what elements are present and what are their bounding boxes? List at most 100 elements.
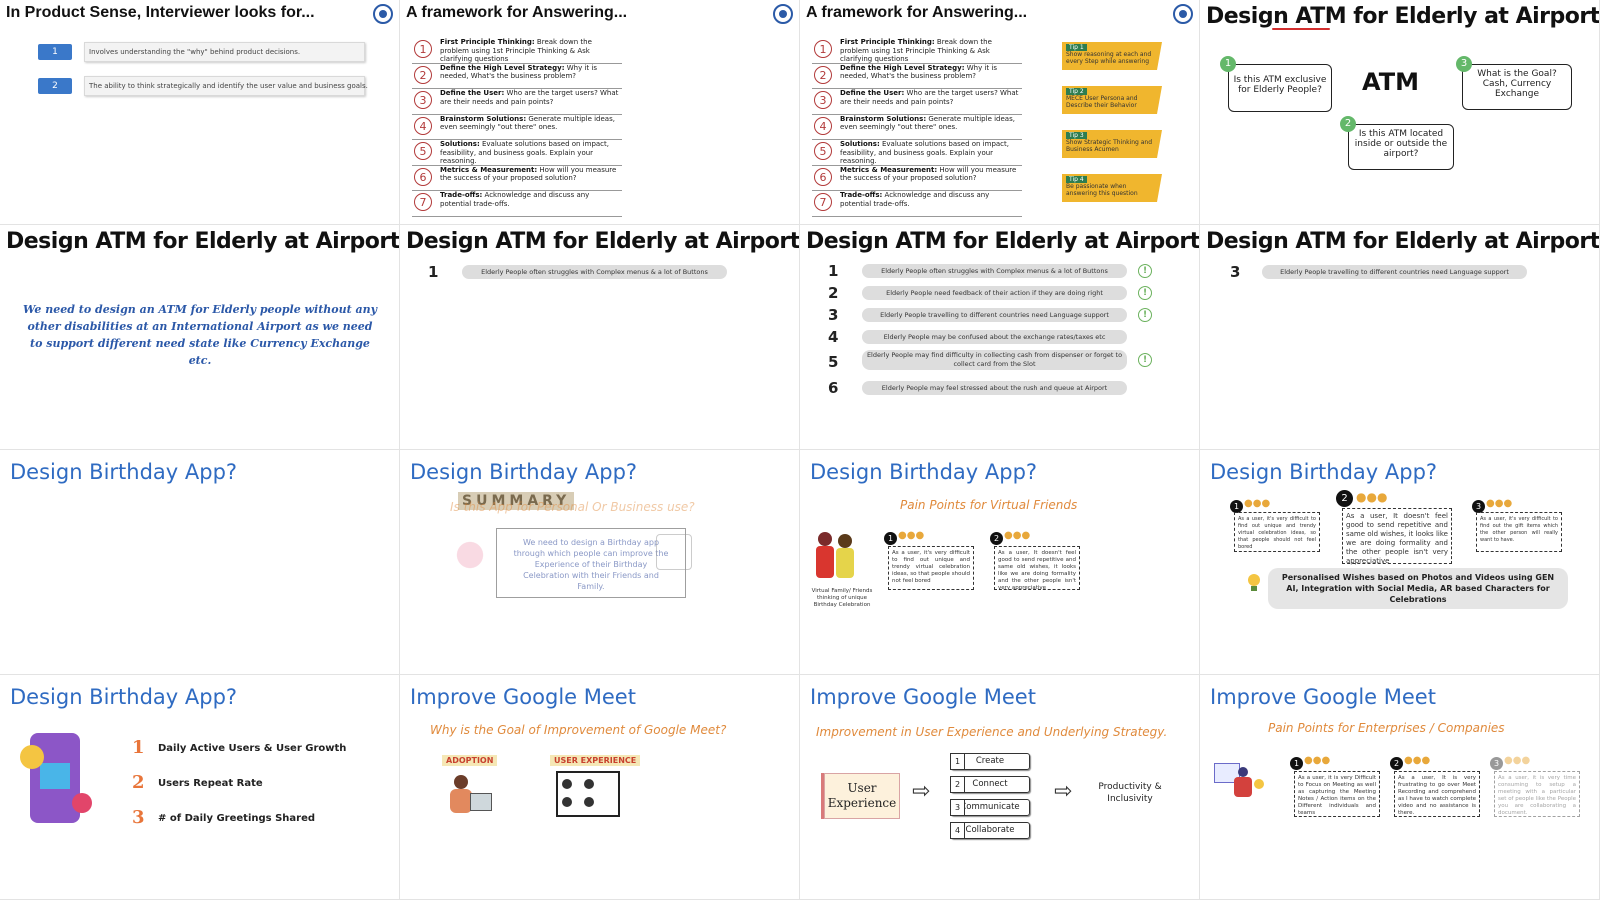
team-meeting-icon	[1208, 753, 1270, 807]
slide-subtitle: Improvement in User Experience and Under…	[816, 725, 1168, 739]
metric-number: 1	[132, 737, 145, 758]
framework-item: 1 First Principle Thinking: Break down th…	[812, 38, 1022, 64]
slide-product-sense[interactable]: In Product Sense, Interviewer looks for.…	[0, 0, 400, 225]
framework-item: 4 Brainstorm Solutions: Generate multiple…	[812, 115, 1022, 140]
pain-number: 2	[828, 284, 839, 302]
slide-title: Design Birthday App?	[10, 460, 238, 484]
balloon-icon	[450, 530, 490, 580]
slide-subtitle: Why is the Goal of Improvement of Google…	[430, 723, 727, 737]
metric-text: Daily Active Users & User Growth	[158, 743, 347, 754]
pain-card: As a user, it's very difficult to find o…	[888, 546, 974, 590]
question-number: 3	[1456, 56, 1472, 72]
question-card: Is this ATM located inside or outside th…	[1348, 124, 1454, 170]
slide-birthday-pain[interactable]: Design Birthday App? Pain Points for Vir…	[800, 450, 1200, 675]
video-grid-icon	[556, 771, 620, 817]
alert-icon: !	[1138, 353, 1152, 367]
slide-birthday-intro[interactable]: Design Birthday App?	[0, 450, 400, 675]
slide-meet-strategy[interactable]: Improve Google Meet Improvement in User …	[800, 675, 1200, 900]
problem-statement: We need to design an ATM for Elderly peo…	[22, 303, 378, 367]
slide-grid: In Product Sense, Interviewer looks for.…	[0, 0, 1600, 900]
dots-icon: ●●●	[1404, 755, 1431, 766]
step-number: 3	[814, 91, 832, 109]
metric-number: 2	[132, 772, 145, 793]
dots-icon: ●●●	[1486, 498, 1513, 509]
framework-item: 1 First Principle Thinking: Break down th…	[412, 38, 622, 64]
row-number: 2	[38, 78, 72, 94]
dots-icon: ●●●	[898, 530, 925, 541]
pain-card: As a user, it is very Difficult to Focus…	[1294, 771, 1380, 817]
slide-birthday-solution[interactable]: Design Birthday App? 1 ●●● As a user, it…	[1200, 450, 1600, 675]
slide-atm-questions[interactable]: Design ATM for Elderly at Airport? ATM I…	[1200, 0, 1600, 225]
logo-icon	[1173, 4, 1193, 24]
phone-gift-icon	[20, 733, 92, 823]
slide-title: Design ATM for Elderly at Airport?	[406, 229, 800, 254]
slide-birthday-summary[interactable]: Design Birthday App? SUMMARY Is this App…	[400, 450, 800, 675]
pain-card: As a user, It doesn't feel good to send …	[994, 546, 1080, 591]
framework-list: 1 First Principle Thinking: Break down th…	[812, 38, 1022, 217]
goal-label: ADOPTION	[442, 755, 498, 766]
slide-title: A framework for Answering...	[806, 4, 1028, 21]
alert-icon: !	[1138, 286, 1152, 300]
row-text: Involves understanding the "why" behind …	[84, 42, 365, 62]
card-number: 1	[1290, 757, 1303, 770]
pain-pill: Elderly People may find difficulty in co…	[862, 350, 1127, 370]
metric-number: 3	[132, 807, 145, 828]
tip-card: Tip 4 Be passionate when answering this q…	[1062, 174, 1162, 202]
logo-icon	[773, 4, 793, 24]
dots-icon: ●●●	[1004, 530, 1031, 541]
slide-meet-goal[interactable]: Improve Google Meet Why is the Goal of I…	[400, 675, 800, 900]
slide-birthday-metrics[interactable]: Design Birthday App? 1 Daily Active User…	[0, 675, 400, 900]
friends-illustration-icon	[814, 528, 858, 582]
pain-pill: Elderly People often struggles with Comp…	[462, 265, 727, 279]
step-number: 5	[814, 142, 832, 160]
slide-title: Design Birthday App?	[810, 460, 1038, 484]
question-number: 2	[1340, 116, 1356, 132]
slide-atm-pain-1[interactable]: Design ATM for Elderly at Airport? 1 Eld…	[400, 225, 800, 450]
framework-item: 2 Define the High Level Strategy: Why it …	[812, 64, 1022, 89]
slide-title: Improve Google Meet	[810, 685, 1036, 709]
dots-icon: ●●●	[1244, 498, 1271, 509]
tip-card: Tip 3 Show Strategic Thinking and Busines…	[1062, 130, 1162, 158]
dots-icon: ●●●	[1356, 490, 1388, 504]
framework-item: 5 Solutions: Evaluate solutions based on …	[412, 140, 622, 166]
pain-number: 4	[828, 328, 839, 346]
title-underline	[1272, 28, 1330, 30]
pain-number: 1	[428, 263, 439, 281]
step-number: 1	[814, 40, 832, 58]
pain-pill: Elderly People need feedback of their ac…	[862, 286, 1127, 300]
question-card: What is the Goal? Cash, Currency Exchang…	[1462, 64, 1572, 110]
person-laptop-icon	[446, 771, 492, 817]
framework-list: 1 First Principle Thinking: Break down th…	[412, 38, 622, 217]
logo-icon	[373, 4, 393, 24]
pain-card: As a user, it's very difficult to find o…	[1234, 512, 1320, 552]
arrow-right-icon: ⇨	[1054, 779, 1073, 804]
solution-text: Personalised Wishes based on Photos and …	[1268, 568, 1568, 609]
pain-pill: Elderly People may feel stressed about t…	[862, 381, 1127, 395]
dots-icon: ●●●	[1504, 755, 1531, 766]
slide-title: Design Birthday App?	[1210, 460, 1438, 484]
slide-title: Design ATM for Elderly at Airport?	[806, 229, 1200, 254]
pain-pill: Elderly People travelling to different c…	[1262, 265, 1527, 279]
illustration-caption: Virtual Family/ Friends thinking of uniq…	[811, 588, 873, 608]
slide-atm-pain-3[interactable]: Design ATM for Elderly at Airport? 3 Eld…	[1200, 225, 1600, 450]
step-item: 1 Create	[950, 753, 1030, 770]
metric-text: Users Repeat Rate	[158, 778, 263, 789]
pain-number: 3	[828, 306, 839, 324]
slide-atm-pain-all[interactable]: Design ATM for Elderly at Airport? 1 Eld…	[800, 225, 1200, 450]
slide-meet-pain[interactable]: Improve Google Meet Pain Points for Ente…	[1200, 675, 1600, 900]
slide-title: Design ATM for Elderly at Airport?	[1206, 229, 1600, 254]
step-number: 4	[414, 116, 432, 135]
card-number: 3	[1490, 757, 1503, 770]
goal-label: USER EXPERIENCE	[550, 755, 641, 766]
slide-framework-tips[interactable]: A framework for Answering... 1 First Prin…	[800, 0, 1200, 225]
metric-text: # of Daily Greetings Shared	[158, 813, 316, 824]
slide-atm-statement[interactable]: Design ATM for Elderly at Airport? We ne…	[0, 225, 400, 450]
slide-subtitle: Pain Points for Virtual Friends	[900, 498, 1078, 512]
step-number: 6	[814, 167, 832, 186]
slide-framework[interactable]: A framework for Answering... 1 First Prin…	[400, 0, 800, 225]
pain-number: 3	[1230, 263, 1241, 281]
slide-subtitle: Pain Points for Enterprises / Companies	[1268, 721, 1505, 735]
step-item: 4 Collaborate	[950, 822, 1030, 839]
step-item: 2 Connect	[950, 776, 1030, 793]
arrow-right-icon: ⇨	[912, 779, 931, 804]
